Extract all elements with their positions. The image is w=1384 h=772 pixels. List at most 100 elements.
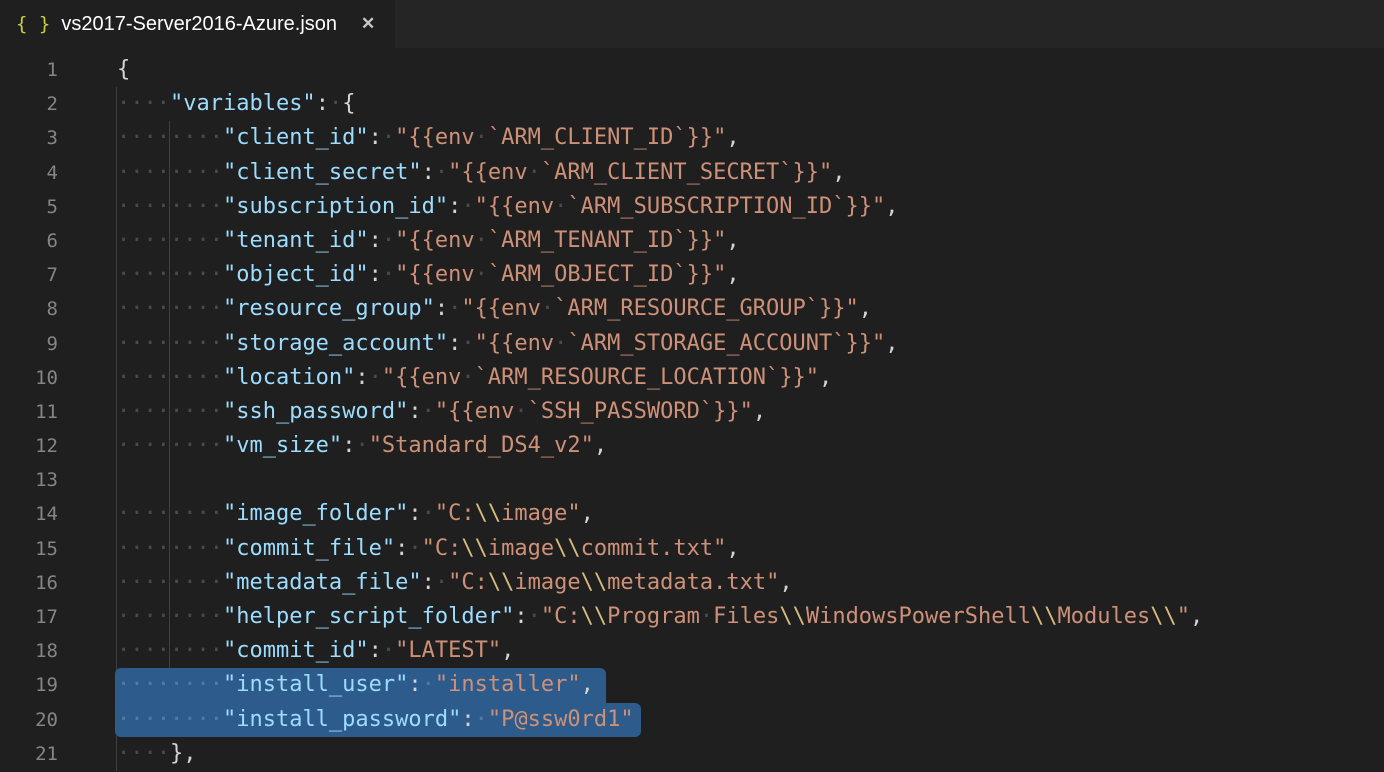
line-number[interactable]: 15 <box>0 532 58 566</box>
code-token: "helper_script_folder" <box>223 604 514 629</box>
line-number[interactable]: 9 <box>0 327 58 361</box>
line-number[interactable]: 14 <box>0 497 58 531</box>
code-line[interactable]: ········"client_id":·"{{env·`ARM_CLIENT_… <box>0 121 1384 155</box>
code-token: , <box>753 399 766 424</box>
code-token: \\ <box>554 536 581 561</box>
whitespace-dots: · <box>528 160 541 185</box>
code-token: Files <box>713 604 779 629</box>
code-token: \\ <box>475 501 502 526</box>
code-token: \\ <box>581 604 608 629</box>
whitespace-dots: ········ <box>117 536 223 561</box>
whitespace-dots: · <box>475 228 488 253</box>
code-line[interactable]: ········"commit_id":·"LATEST", <box>0 634 1384 668</box>
code-token: : <box>369 125 382 150</box>
code-token: , <box>726 125 739 150</box>
code-token: metadata.txt" <box>607 570 779 595</box>
code-token: : <box>395 536 408 561</box>
code-area[interactable]: {····"variables":·{········"client_id":·… <box>0 53 1384 771</box>
code-token: \\ <box>779 604 806 629</box>
code-token: , <box>581 501 594 526</box>
code-line[interactable]: ········"tenant_id":·"{{env·`ARM_TENANT_… <box>0 224 1384 258</box>
code-token: \\ <box>1031 604 1058 629</box>
code-token: "location" <box>223 365 355 390</box>
line-number[interactable]: 5 <box>0 190 58 224</box>
code-line[interactable]: ········"helper_script_folder":·"C:\\Pro… <box>0 600 1384 634</box>
line-number[interactable]: 11 <box>0 395 58 429</box>
code-token: "installer" <box>435 672 581 697</box>
whitespace-dots: ········ <box>117 672 223 697</box>
whitespace-dots: ········ <box>117 707 223 732</box>
code-token: : <box>448 331 461 356</box>
line-number[interactable]: 1 <box>0 53 58 87</box>
code-token: Program <box>607 604 700 629</box>
code-token: , <box>501 638 514 663</box>
code-token: "{{env <box>395 228 474 253</box>
code-line[interactable]: ········"install_password":·"P@ssw0rd1" <box>0 703 1384 737</box>
editor[interactable]: 123456789101112131415161718192021 {····"… <box>0 48 1384 772</box>
line-number[interactable]: 19 <box>0 668 58 702</box>
code-line[interactable] <box>0 463 1384 497</box>
line-number[interactable]: 20 <box>0 703 58 737</box>
code-token: `ARM_OBJECT_ID`}}" <box>488 262 726 287</box>
code-token: `ARM_RESOURCE_LOCATION`}}" <box>475 365 819 390</box>
whitespace-dots: · <box>541 296 554 321</box>
line-number[interactable]: 12 <box>0 429 58 463</box>
line-number[interactable]: 13 <box>0 463 58 497</box>
line-number[interactable]: 3 <box>0 121 58 155</box>
whitespace-dots: ···· <box>117 741 170 766</box>
whitespace-dots: · <box>475 262 488 287</box>
code-token: "object_id" <box>223 262 369 287</box>
whitespace-dots: ········ <box>117 331 223 356</box>
code-token: "{{env <box>382 365 461 390</box>
code-token: `SSH_PASSWORD`}}" <box>528 399 753 424</box>
code-token: "image_folder" <box>223 501 408 526</box>
whitespace-dots: · <box>448 296 461 321</box>
code-token: : <box>342 433 355 458</box>
code-token: "LATEST" <box>395 638 501 663</box>
whitespace-dots: ········ <box>117 160 223 185</box>
code-token: : <box>369 262 382 287</box>
code-line[interactable]: ········"subscription_id":·"{{env·`ARM_S… <box>0 190 1384 224</box>
line-number[interactable]: 8 <box>0 292 58 326</box>
line-number[interactable]: 18 <box>0 634 58 668</box>
code-token: , <box>726 262 739 287</box>
line-number[interactable]: 4 <box>0 156 58 190</box>
tab-vs2017-server2016-azure[interactable]: { } vs2017-Server2016-Azure.json ✕ <box>0 0 395 48</box>
whitespace-dots: · <box>475 125 488 150</box>
line-number[interactable]: 10 <box>0 361 58 395</box>
code-line[interactable]: ········"client_secret":·"{{env·`ARM_CLI… <box>0 156 1384 190</box>
code-line[interactable]: ····}, <box>0 737 1384 771</box>
whitespace-dots: ········ <box>117 262 223 287</box>
tab-close-icon[interactable]: ✕ <box>361 14 375 34</box>
whitespace-dots: ········ <box>117 433 223 458</box>
code-line[interactable]: ········"vm_size":·"Standard_DS4_v2", <box>0 429 1384 463</box>
code-line[interactable]: ········"metadata_file":·"C:\\image\\met… <box>0 566 1384 600</box>
code-token: \\ <box>1150 604 1177 629</box>
code-token: "C: <box>541 604 581 629</box>
code-token: \\ <box>461 536 488 561</box>
line-number[interactable]: 2 <box>0 87 58 121</box>
whitespace-dots: · <box>422 501 435 526</box>
code-line[interactable]: { <box>0 53 1384 87</box>
line-number[interactable]: 6 <box>0 224 58 258</box>
code-line[interactable]: ········"location":·"{{env·`ARM_RESOURCE… <box>0 361 1384 395</box>
whitespace-dots: · <box>554 331 567 356</box>
code-line[interactable]: ········"install_user":·"installer", <box>0 668 1384 702</box>
code-token: `ARM_TENANT_ID`}}" <box>488 228 726 253</box>
code-line[interactable]: ········"storage_account":·"{{env·`ARM_S… <box>0 327 1384 361</box>
whitespace-dots: ········ <box>117 125 223 150</box>
line-number[interactable]: 16 <box>0 566 58 600</box>
code-line[interactable]: ········"commit_file":·"C:\\image\\commi… <box>0 532 1384 566</box>
code-token: "{{env <box>395 262 474 287</box>
code-line[interactable]: ····"variables":·{ <box>0 87 1384 121</box>
code-line[interactable]: ········"image_folder":·"C:\\image", <box>0 497 1384 531</box>
line-number[interactable]: 21 <box>0 737 58 771</box>
code-token: "client_id" <box>223 125 369 150</box>
code-line[interactable]: ········"object_id":·"{{env·`ARM_OBJECT_… <box>0 258 1384 292</box>
line-number[interactable]: 17 <box>0 600 58 634</box>
whitespace-dots: · <box>408 536 421 561</box>
code-line[interactable]: ········"resource_group":·"{{env·`ARM_RE… <box>0 292 1384 326</box>
code-token: : <box>369 638 382 663</box>
code-line[interactable]: ········"ssh_password":·"{{env·`SSH_PASS… <box>0 395 1384 429</box>
line-number[interactable]: 7 <box>0 258 58 292</box>
